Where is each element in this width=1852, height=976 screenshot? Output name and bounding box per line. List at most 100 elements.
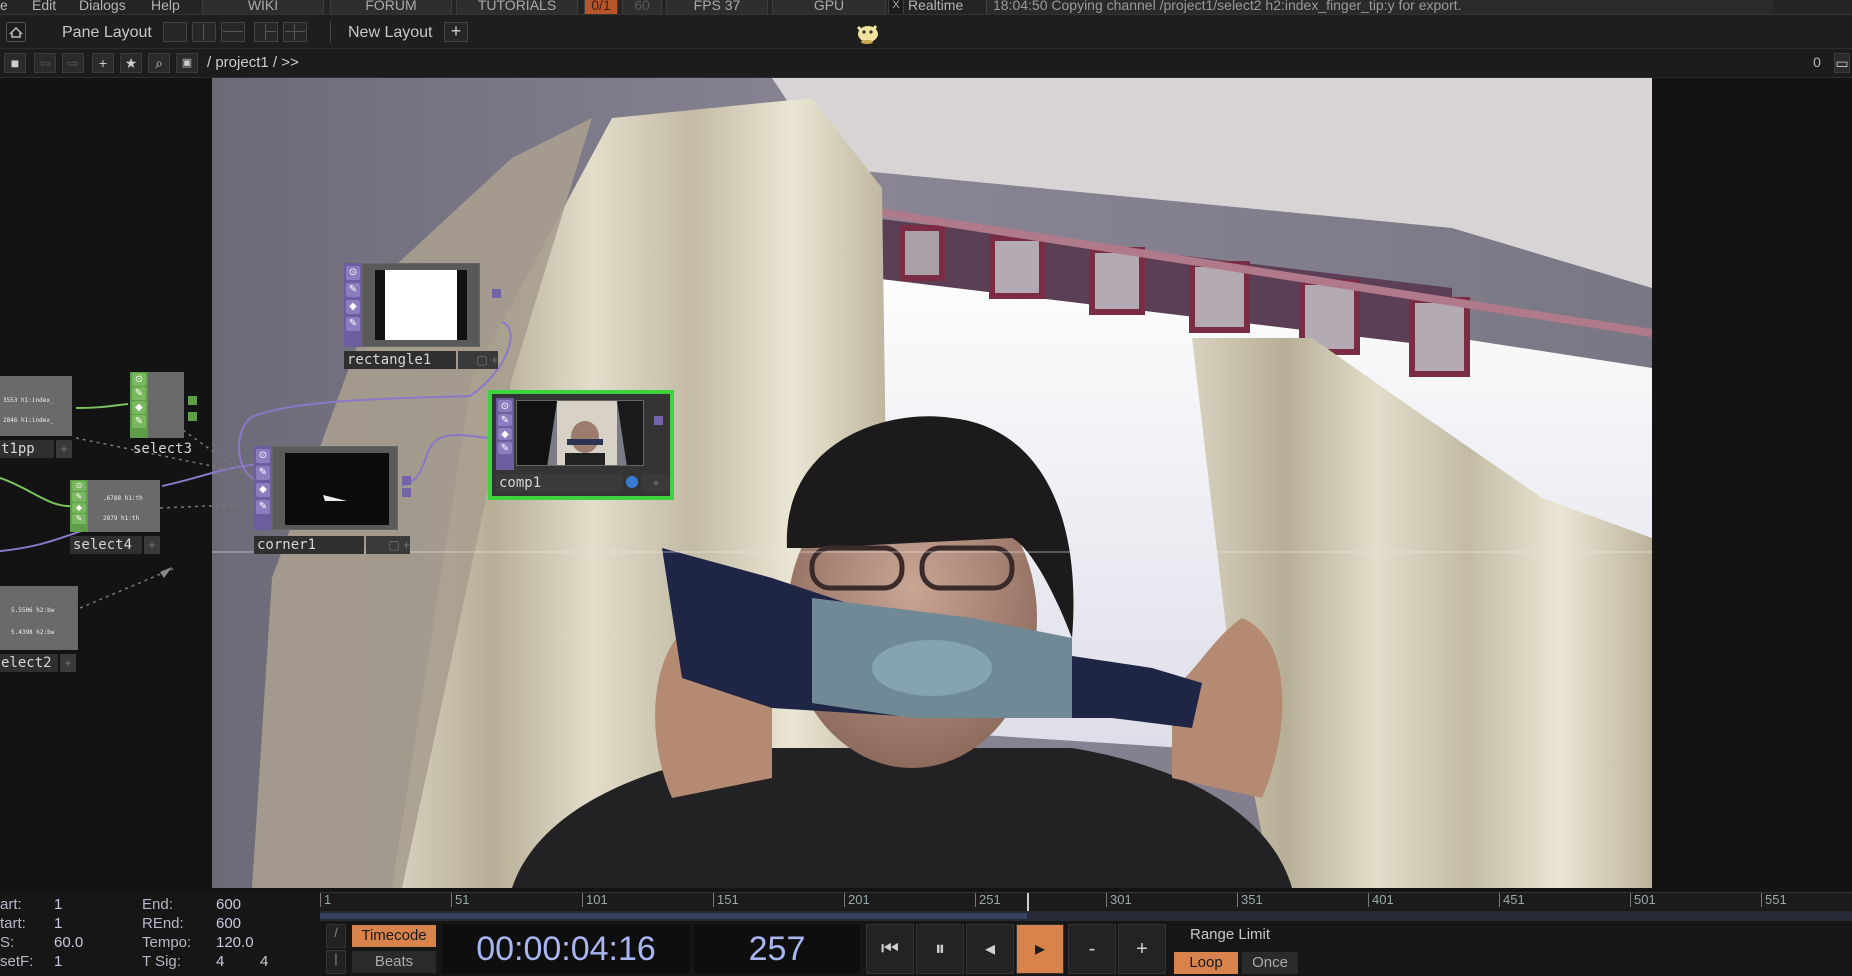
play-icon[interactable]: ▸ xyxy=(1016,924,1064,974)
tab-wiki[interactable]: WIKI xyxy=(202,0,324,14)
rewind-to-start-icon[interactable]: ⏮ xyxy=(866,924,914,974)
menu-edit[interactable]: Edit xyxy=(32,0,56,12)
layout-four-button[interactable] xyxy=(283,22,307,42)
frame-decrement-button[interactable]: - xyxy=(1068,924,1116,974)
timeline-ruler[interactable]: 1 51 101 151 201 251 301 351 401 451 501… xyxy=(320,892,1852,911)
bypass-flag-icon[interactable]: ✎ xyxy=(346,317,360,331)
edit-flag-icon[interactable]: ✎ xyxy=(498,414,512,426)
pane-maximize-icon[interactable]: ▭ xyxy=(1834,53,1850,73)
tab-forum[interactable]: FORUM xyxy=(330,0,452,14)
node-add-icon[interactable]: + xyxy=(56,440,72,458)
node-toggle-icon[interactable]: ▢ + xyxy=(458,351,498,369)
timecode-display[interactable]: 00:00:04:16 xyxy=(442,924,690,974)
node-name[interactable]: t1pp xyxy=(0,440,54,458)
viewer-flag-icon[interactable]: ⊙ xyxy=(72,481,86,491)
pause-icon[interactable]: ⏸ xyxy=(916,924,964,974)
output-connector[interactable] xyxy=(492,289,501,298)
edit-flag-icon[interactable]: ✎ xyxy=(256,466,270,480)
layout-split-vertical-button[interactable] xyxy=(192,22,216,42)
tab-tutorials[interactable]: TUTORIALS xyxy=(456,0,578,14)
node-select3[interactable]: ⊙ ✎ ◆ ✎ select3 xyxy=(130,372,200,460)
node-t1pp[interactable]: 3553 h1:index_ 2846 h1:index_ t1pp + xyxy=(0,376,78,462)
rstart-value[interactable]: 1 xyxy=(54,915,62,932)
playhead-marker[interactable] xyxy=(1026,893,1029,911)
lock-flag-icon[interactable]: ◆ xyxy=(256,483,270,497)
offset-value[interactable]: 1 xyxy=(54,953,62,970)
tsig-denominator[interactable]: 4 xyxy=(260,953,268,970)
new-layout-add-button[interactable]: + xyxy=(444,22,468,42)
lock-flag-icon[interactable]: ◆ xyxy=(132,401,146,414)
step-back-icon[interactable]: ◂ xyxy=(966,924,1014,974)
timecode-button[interactable]: Timecode xyxy=(352,925,436,947)
stop-icon[interactable]: ■ xyxy=(4,53,26,73)
back-arrow-icon[interactable]: ⇦ xyxy=(34,53,56,73)
beats-button[interactable]: Beats xyxy=(352,951,436,973)
bypass-flag-icon[interactable]: ✎ xyxy=(132,415,146,428)
layout-split-horizontal-button[interactable] xyxy=(221,22,245,42)
end-value[interactable]: 600 xyxy=(216,896,241,913)
once-button[interactable]: Once xyxy=(1242,952,1298,974)
timeline-bar-toggle[interactable]: | xyxy=(326,950,346,974)
node-name[interactable]: corner1 xyxy=(254,536,364,554)
forward-arrow-icon[interactable]: ⇨ xyxy=(62,53,84,73)
layout-single-button[interactable] xyxy=(163,22,187,42)
edit-flag-icon[interactable]: ✎ xyxy=(72,492,86,502)
node-add-icon[interactable]: + xyxy=(642,474,670,492)
output-connector[interactable] xyxy=(188,396,197,405)
node-name[interactable]: rectangle1 xyxy=(344,351,456,369)
output-connector[interactable] xyxy=(654,416,663,425)
node-select2-label[interactable]: elect2 + xyxy=(0,654,82,674)
output-connector[interactable] xyxy=(188,412,197,421)
rend-value[interactable]: 600 xyxy=(216,915,241,932)
node-name[interactable]: select4 xyxy=(70,536,142,554)
tempo-value[interactable]: 120.0 xyxy=(216,934,254,951)
network-editor[interactable]: ⊙ ✎ ◆ ✎ rectangle1 ▢ + ⊙ ✎ ◆ ✎ comp1 + ⊙… xyxy=(0,78,1852,892)
output-connector[interactable] xyxy=(402,476,411,485)
node-corner1[interactable]: ⊙ ✎ ◆ ✎ corner1 ▢ + xyxy=(254,446,411,556)
node-add-icon[interactable]: + xyxy=(60,654,76,672)
bypass-flag-icon[interactable]: ✎ xyxy=(256,500,270,514)
loop-button[interactable]: Loop xyxy=(1174,952,1238,974)
node-thumbnail xyxy=(148,372,184,438)
edit-flag-icon[interactable]: ✎ xyxy=(346,283,360,297)
lock-flag-icon[interactable]: ◆ xyxy=(72,503,86,513)
viewer-flag-icon[interactable]: ⊙ xyxy=(132,373,146,386)
tsig-numerator[interactable]: 4 xyxy=(216,953,224,970)
timeline-slash-toggle[interactable]: / xyxy=(326,924,346,948)
star-icon[interactable]: ★ xyxy=(120,53,142,73)
node-name[interactable]: elect2 xyxy=(0,654,58,672)
lock-flag-icon[interactable]: ◆ xyxy=(498,428,512,440)
viewer-flag-icon[interactable]: ⊙ xyxy=(498,400,512,412)
output-connector[interactable] xyxy=(402,488,411,497)
menu-file[interactable]: e xyxy=(0,0,8,12)
fps-value[interactable]: 60.0 xyxy=(54,934,83,951)
viewer-flag-icon[interactable]: ⊙ xyxy=(256,449,270,463)
lock-flag-icon[interactable]: ◆ xyxy=(346,300,360,314)
add-icon[interactable]: + xyxy=(92,53,114,73)
bypass-flag-icon[interactable]: ✎ xyxy=(498,442,512,454)
frame-increment-button[interactable]: + xyxy=(1118,924,1166,974)
layout-three-button[interactable] xyxy=(254,22,278,42)
search-network-icon[interactable]: ⌕ xyxy=(148,53,170,73)
tsig-label: T Sig: xyxy=(142,953,181,970)
node-comp1[interactable]: ⊙ ✎ ◆ ✎ comp1 + xyxy=(488,390,674,500)
viewer-flag-icon[interactable]: ⊙ xyxy=(346,266,360,280)
node-name[interactable]: comp1 xyxy=(496,474,622,492)
node-toggle-icon[interactable]: ▢ + xyxy=(366,536,410,554)
start-value[interactable]: 1 xyxy=(54,896,62,913)
lock-icon[interactable]: ▣ xyxy=(176,53,198,73)
realtime-checkbox[interactable]: X xyxy=(888,0,904,14)
node-select2[interactable]: 5.5506 h2:bw 5.4398 h2:bw xyxy=(0,586,82,654)
node-rectangle1[interactable]: ⊙ ✎ ◆ ✎ rectangle1 ▢ + xyxy=(344,263,501,371)
node-name[interactable]: select3 xyxy=(130,440,200,458)
edit-flag-icon[interactable]: ✎ xyxy=(132,387,146,400)
home-icon[interactable] xyxy=(6,22,26,42)
node-select4[interactable]: ⊙ ✎ ◆ ✎ .6788 h1:th 2879 h1:th select4 + xyxy=(70,480,166,566)
menu-dialogs[interactable]: Dialogs xyxy=(79,0,126,12)
node-add-icon[interactable]: + xyxy=(144,536,160,554)
network-path[interactable]: / project1 / >> xyxy=(207,54,299,71)
frame-display[interactable]: 257 xyxy=(694,924,860,974)
menu-help[interactable]: Help xyxy=(151,0,180,12)
bypass-flag-icon[interactable]: ✎ xyxy=(72,514,86,524)
timeline-track[interactable] xyxy=(320,911,1852,921)
